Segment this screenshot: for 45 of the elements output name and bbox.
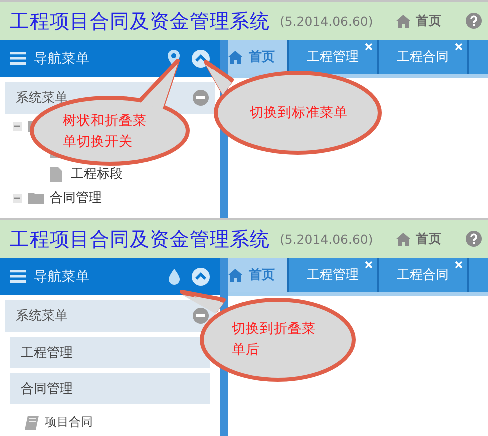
collapse-icon[interactable]: [13, 194, 22, 202]
drop-icon[interactable]: [169, 268, 180, 284]
app-title: 工程项目合同及资金管理系统: [10, 226, 270, 252]
close-icon[interactable]: [455, 43, 463, 51]
tab[interactable]: 工程合同: [379, 40, 469, 74]
folder-icon: [28, 192, 44, 204]
close-icon[interactable]: [365, 43, 373, 51]
tab[interactable]: 首页: [228, 40, 289, 74]
menu-icon[interactable]: [10, 52, 26, 65]
section-title: 系统菜单: [16, 90, 68, 107]
section-header[interactable]: 系统菜单: [5, 300, 215, 332]
nav-title: 导航菜单: [34, 268, 90, 286]
menu-icon[interactable]: [10, 270, 26, 283]
tree-item[interactable]: 工程标段: [71, 165, 123, 183]
tab[interactable]: 工程管理: [289, 258, 379, 292]
version-label: (5.2014.06.60): [280, 14, 374, 28]
tree-item[interactable]: 合同管理: [50, 189, 102, 207]
collapse-icon[interactable]: [192, 268, 210, 286]
file-icon: [50, 166, 62, 182]
book-icon: [25, 416, 39, 430]
help-icon[interactable]: [466, 231, 482, 247]
tab[interactable]: 首页: [228, 258, 289, 292]
accordion-item[interactable]: 合同管理: [10, 373, 210, 404]
section-title: 系统菜单: [16, 308, 68, 325]
home-icon: [228, 50, 243, 64]
home-icon: [228, 268, 243, 282]
tab[interactable]: 工程合同: [379, 258, 469, 292]
app-title: 工程项目合同及资金管理系统: [10, 8, 270, 34]
close-icon[interactable]: [365, 261, 373, 269]
collapse-icon[interactable]: [193, 308, 209, 324]
close-icon[interactable]: [455, 261, 463, 269]
callout-text: 切换到折叠菜单后: [232, 320, 317, 360]
nav-title: 导航菜单: [34, 50, 90, 68]
callout-text: 树状和折叠菜单切换开关: [63, 112, 148, 152]
collapse-icon[interactable]: [13, 122, 22, 130]
menu-item[interactable]: 项目合同: [45, 414, 93, 431]
help-icon[interactable]: [466, 13, 482, 29]
version-label: (5.2014.06.60): [280, 232, 374, 246]
home-link[interactable]: 首页: [416, 12, 442, 30]
accordion-item[interactable]: 工程管理: [10, 337, 210, 368]
callout-text: 切换到标准菜单: [250, 104, 349, 123]
home-icon: [396, 14, 411, 28]
home-icon: [396, 232, 411, 246]
collapse-icon[interactable]: [193, 90, 209, 106]
home-link[interactable]: 首页: [416, 230, 442, 248]
